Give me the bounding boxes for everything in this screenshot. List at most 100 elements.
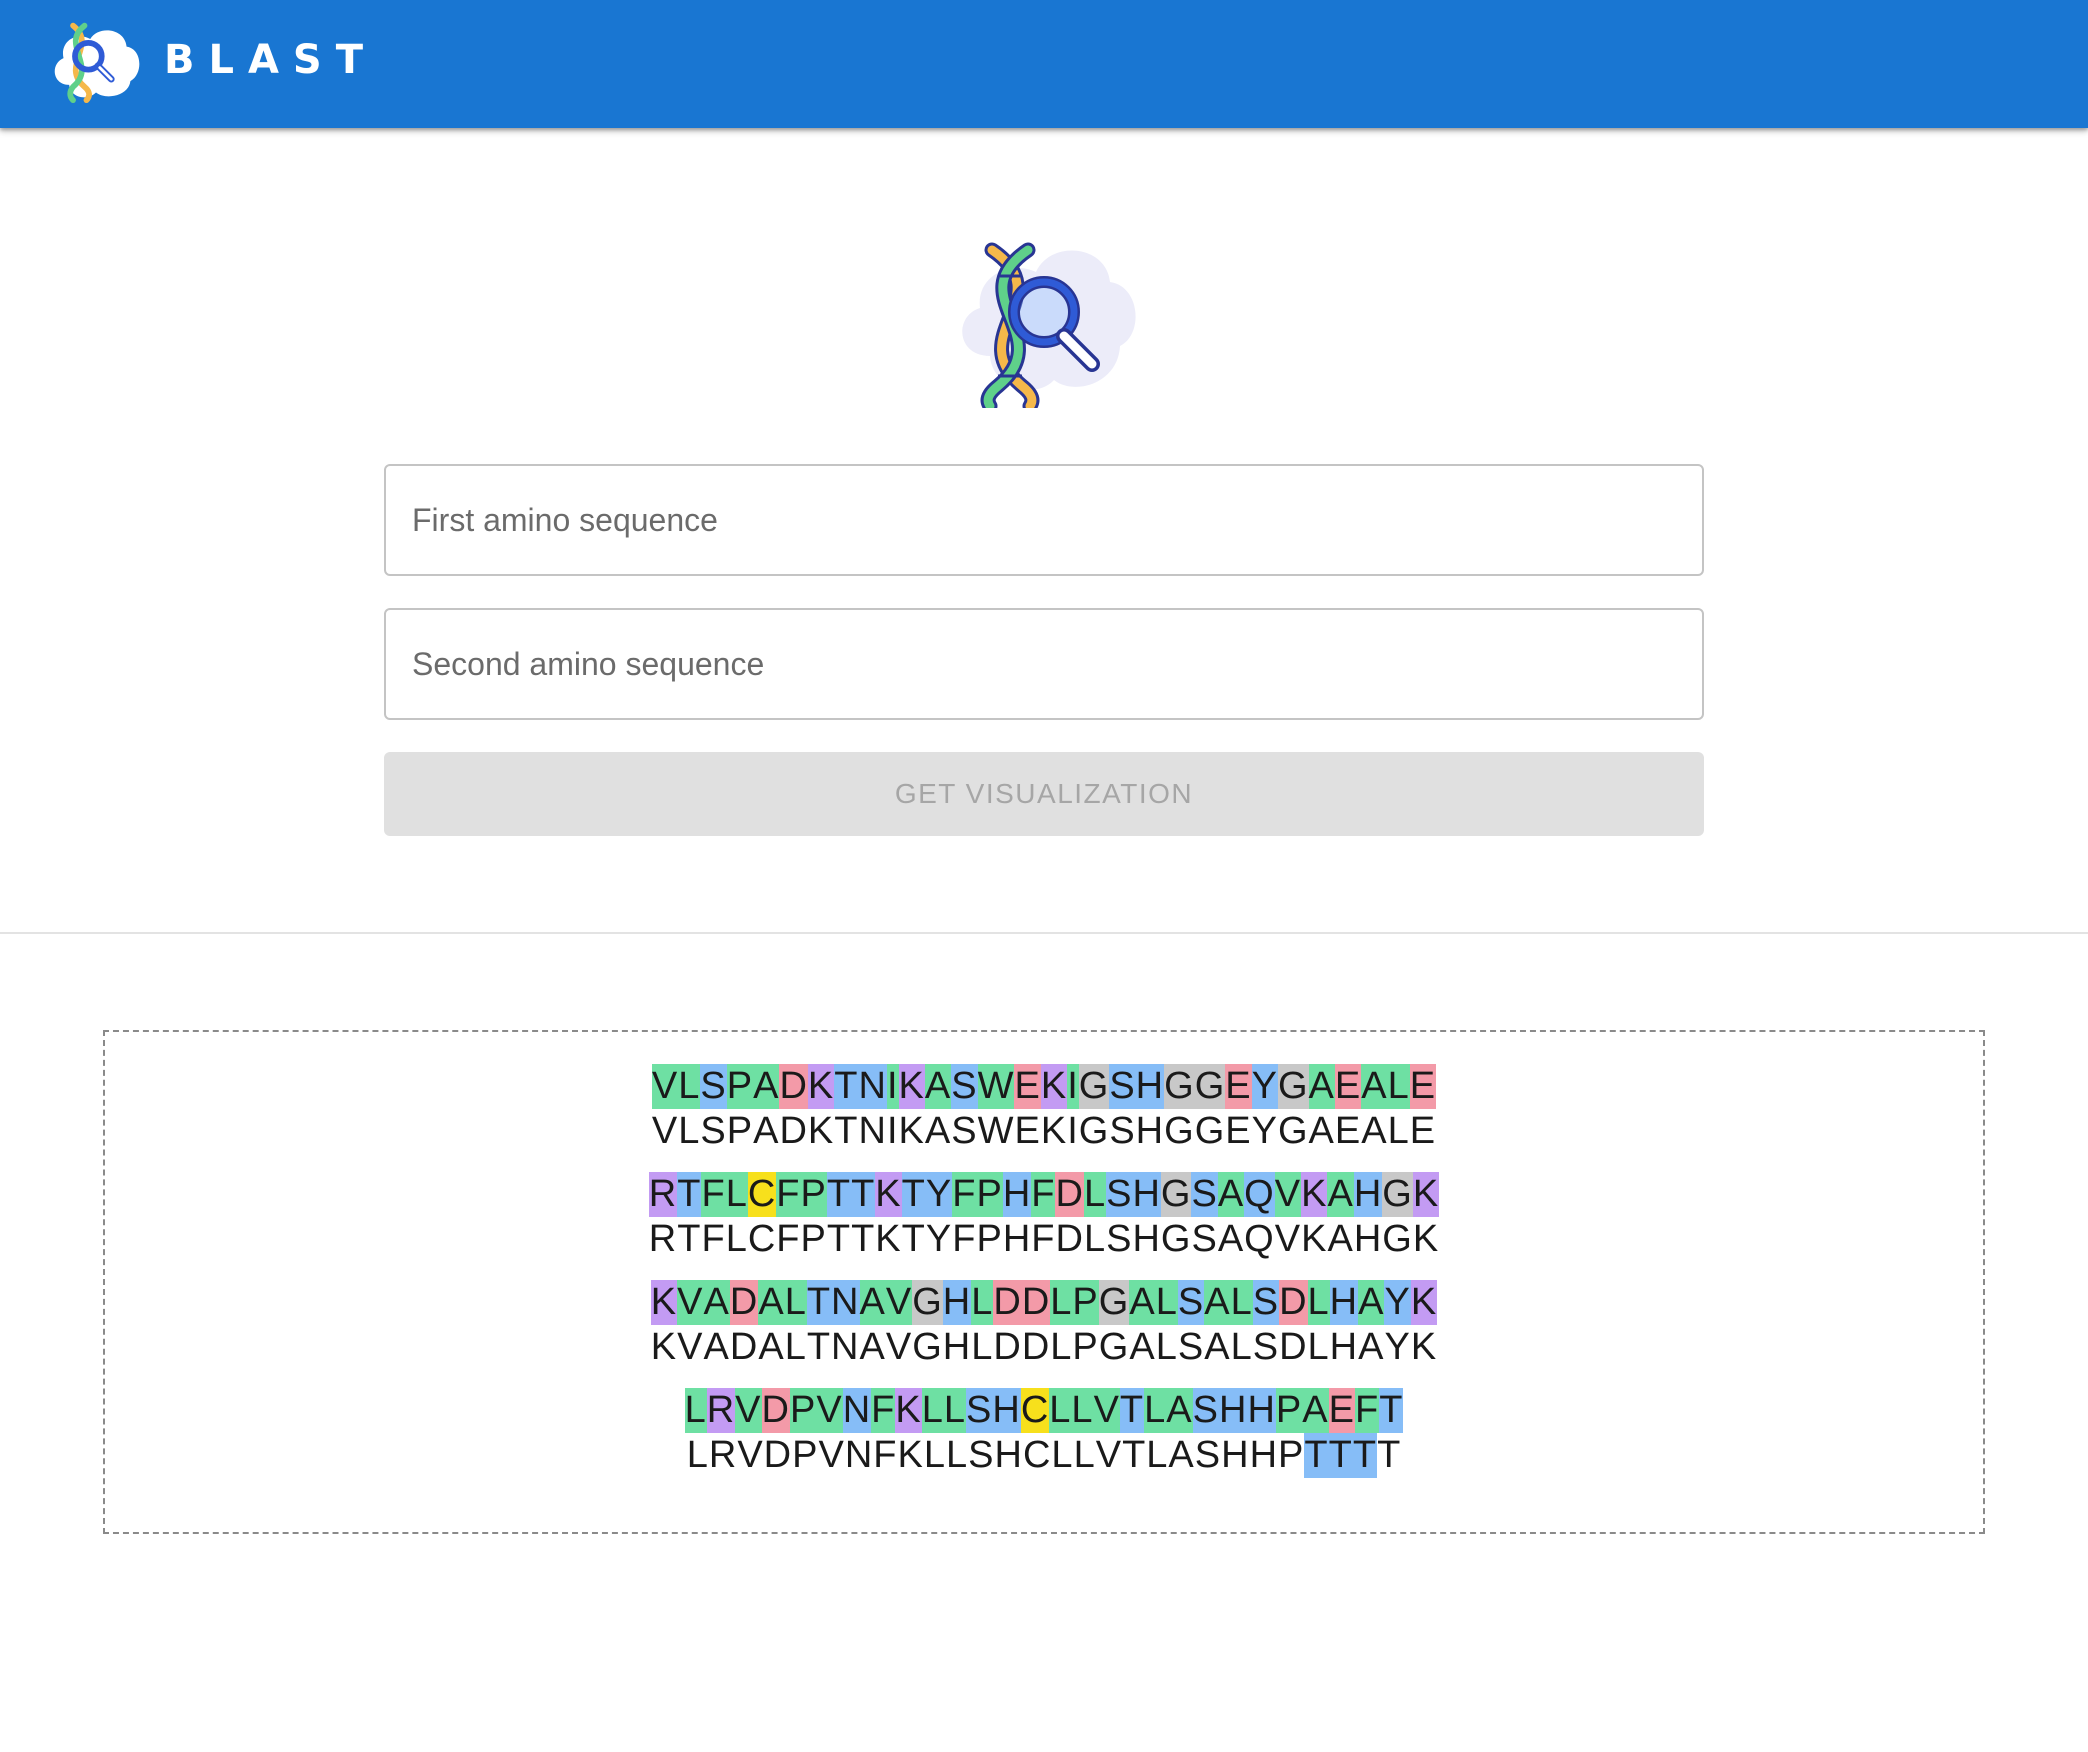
residue: H bbox=[1135, 1064, 1165, 1109]
residue: A bbox=[1308, 1110, 1335, 1152]
residue: A bbox=[1168, 1434, 1195, 1476]
residue: G bbox=[1098, 1326, 1130, 1368]
residue: A bbox=[1166, 1388, 1193, 1433]
residue: F bbox=[1354, 1388, 1380, 1433]
residue: D bbox=[993, 1280, 1022, 1325]
residue: H bbox=[1329, 1280, 1359, 1325]
subject-sequence-line: KVADALTNAVGHLDDLPGALSALSDLHAYK bbox=[651, 1325, 1437, 1370]
residue: L bbox=[684, 1388, 707, 1433]
residue: L bbox=[1387, 1110, 1410, 1152]
first-sequence-input[interactable] bbox=[386, 466, 1702, 574]
residue: V bbox=[1095, 1434, 1123, 1476]
residue: H bbox=[1329, 1326, 1359, 1368]
residue: A bbox=[924, 1110, 952, 1152]
residue: K bbox=[1412, 1172, 1440, 1217]
residue: E bbox=[1328, 1388, 1355, 1433]
residue: L bbox=[678, 1064, 701, 1109]
residue: A bbox=[1129, 1280, 1156, 1325]
residue: L bbox=[1387, 1064, 1410, 1109]
dna-search-logo-icon[interactable] bbox=[48, 18, 144, 104]
residue: L bbox=[1083, 1172, 1107, 1217]
residue: K bbox=[1040, 1110, 1068, 1152]
residue: K bbox=[1410, 1326, 1438, 1368]
residue: T bbox=[901, 1218, 926, 1260]
residue: V bbox=[677, 1326, 704, 1368]
residue: A bbox=[1217, 1218, 1245, 1260]
residue: V bbox=[1093, 1388, 1120, 1433]
residue: A bbox=[1204, 1326, 1231, 1368]
residue: P bbox=[726, 1064, 754, 1109]
residue: T bbox=[826, 1172, 852, 1217]
residue: S bbox=[951, 1110, 978, 1152]
residue: S bbox=[1252, 1280, 1280, 1325]
residue: L bbox=[971, 1326, 994, 1368]
residue: D bbox=[779, 1110, 808, 1152]
residue: P bbox=[1072, 1280, 1099, 1325]
residue: A bbox=[1217, 1172, 1245, 1217]
residue: V bbox=[816, 1388, 843, 1433]
residue: W bbox=[977, 1064, 1015, 1109]
residue: L bbox=[1050, 1326, 1073, 1368]
residue: T bbox=[1352, 1433, 1378, 1478]
residue: S bbox=[1106, 1218, 1133, 1260]
residue: F bbox=[776, 1218, 801, 1260]
residue: L bbox=[1071, 1388, 1094, 1433]
residue: G bbox=[1194, 1110, 1226, 1152]
residue: H bbox=[942, 1280, 972, 1325]
residue: V bbox=[885, 1326, 913, 1368]
residue: V bbox=[1274, 1218, 1302, 1260]
residue: P bbox=[1275, 1388, 1303, 1433]
residue: L bbox=[1050, 1280, 1073, 1325]
residue: L bbox=[1051, 1434, 1074, 1476]
residue: D bbox=[763, 1434, 793, 1476]
residue: Y bbox=[1251, 1110, 1278, 1152]
section-divider bbox=[0, 932, 2088, 934]
residue: T bbox=[1122, 1434, 1147, 1476]
residue: V bbox=[885, 1280, 913, 1325]
residue: T bbox=[806, 1326, 832, 1368]
residue: L bbox=[725, 1172, 748, 1217]
residue: V bbox=[818, 1434, 845, 1476]
residue: Q bbox=[1244, 1218, 1275, 1260]
residue: S bbox=[1252, 1326, 1280, 1368]
residue: S bbox=[1106, 1172, 1133, 1217]
second-sequence-input[interactable] bbox=[386, 610, 1702, 718]
residue: A bbox=[1361, 1110, 1388, 1152]
residue: F bbox=[952, 1172, 977, 1217]
residue: N bbox=[831, 1326, 860, 1368]
residue: H bbox=[1002, 1218, 1032, 1260]
residue: H bbox=[1135, 1110, 1165, 1152]
query-sequence-line: RTFLCFPTTKTYFPHFDLSHGSAQVKAHGK bbox=[648, 1172, 1440, 1217]
residue: D bbox=[761, 1388, 790, 1433]
alignment-block: VLSPADKTNIKASWEKIGSHGGEYGAEALEVLSPADKTNI… bbox=[651, 1064, 1437, 1154]
residue: T bbox=[851, 1218, 876, 1260]
residue: A bbox=[1358, 1326, 1385, 1368]
residue: P bbox=[726, 1110, 754, 1152]
residue: L bbox=[725, 1218, 748, 1260]
residue: T bbox=[1119, 1388, 1145, 1433]
residue: H bbox=[1132, 1172, 1161, 1217]
residue: S bbox=[1192, 1388, 1219, 1433]
residue: A bbox=[1327, 1218, 1354, 1260]
query-sequence-line: VLSPADKTNIKASWEKIGSHGGEYGAEALE bbox=[651, 1064, 1437, 1109]
residue: D bbox=[1021, 1280, 1051, 1325]
residue: L bbox=[971, 1280, 994, 1325]
residue: R bbox=[648, 1172, 678, 1217]
residue: S bbox=[700, 1110, 727, 1152]
residue: R bbox=[648, 1218, 678, 1260]
residue: Y bbox=[1251, 1064, 1278, 1109]
residue: F bbox=[701, 1172, 726, 1217]
residue: G bbox=[912, 1280, 943, 1325]
residue: A bbox=[924, 1064, 952, 1109]
residue: A bbox=[753, 1110, 780, 1152]
get-visualization-button[interactable]: GET VISUALIZATION bbox=[384, 752, 1704, 836]
residue: K bbox=[875, 1172, 902, 1217]
residue: H bbox=[942, 1326, 972, 1368]
residue: G bbox=[1277, 1110, 1309, 1152]
residue: L bbox=[784, 1280, 807, 1325]
residue: G bbox=[1078, 1064, 1110, 1109]
residue: R bbox=[708, 1434, 738, 1476]
residue: T bbox=[1377, 1434, 1402, 1476]
residue: I bbox=[886, 1110, 899, 1152]
residue: D bbox=[1279, 1280, 1308, 1325]
